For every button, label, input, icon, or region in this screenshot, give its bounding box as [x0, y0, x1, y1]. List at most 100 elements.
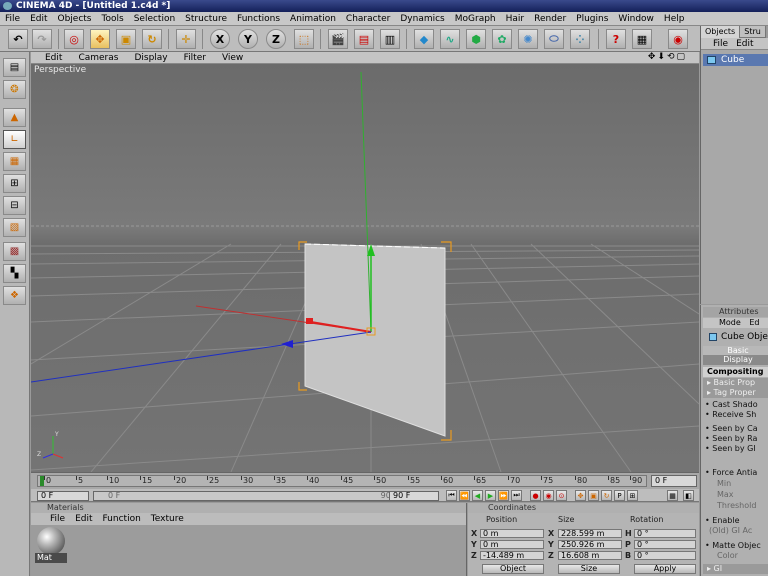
use-model-icon[interactable]: ▤	[3, 58, 26, 77]
playhead[interactable]	[40, 476, 44, 486]
live-selection-icon[interactable]: ◎	[64, 29, 84, 49]
viewport-menu-display[interactable]: Display	[126, 53, 175, 63]
use-object-axis-icon[interactable]: ∟	[3, 130, 26, 149]
rotate-tool-icon[interactable]: ↻	[142, 29, 162, 49]
material-preview-icon[interactable]	[37, 527, 65, 555]
prop-enable[interactable]: • Enable	[705, 516, 740, 525]
key-position-icon[interactable]: ✥	[575, 490, 586, 501]
prop-seen-by-rays[interactable]: • Seen by Ra	[705, 434, 757, 443]
position-z-field[interactable]: -14.489 m	[480, 551, 544, 560]
materials-menu-function[interactable]: Function	[98, 514, 146, 524]
render-settings-icon[interactable]: ▥	[380, 29, 400, 49]
viewport-menu-cameras[interactable]: Cameras	[70, 53, 126, 63]
viewport-navigation-icons[interactable]: ✥⬇⟲▢	[640, 52, 695, 62]
layout-switch-icon[interactable]: ◉	[668, 29, 688, 49]
scale-tool-icon[interactable]: ▣	[116, 29, 136, 49]
play-forward-icon[interactable]: ▶	[485, 490, 496, 501]
record-icon[interactable]: ●	[530, 490, 541, 501]
attributes-menu-edit[interactable]: Ed	[749, 318, 759, 327]
use-uv-icon[interactable]: ⊟	[3, 196, 26, 215]
use-texture-icon[interactable]: ▧	[3, 218, 26, 237]
keyframe-selection-icon[interactable]: ⊙	[556, 490, 567, 501]
cube-object[interactable]	[304, 243, 446, 437]
particle-icon[interactable]: ⁘	[570, 29, 590, 49]
viewport-perspective[interactable]: Perspective Z Y	[31, 64, 699, 472]
materials-menu-edit[interactable]: Edit	[70, 514, 97, 524]
objects-menu-edit[interactable]: Edit	[732, 39, 757, 49]
rotation-b-field[interactable]: 0 °	[634, 551, 696, 560]
prop-cast-shadows[interactable]: • Cast Shado	[705, 400, 758, 409]
menu-mograph[interactable]: MoGraph	[450, 12, 501, 26]
objects-menu-file[interactable]: File	[709, 39, 732, 49]
coordinate-system-icon[interactable]: ⬚	[294, 29, 314, 49]
timeline-options-icon[interactable]: ◧	[683, 490, 694, 501]
attributes-menu-mode[interactable]: Mode	[703, 318, 747, 327]
position-x-field[interactable]: 0 m	[480, 529, 544, 538]
timeline[interactable]: 0 5 10 15 20 25 30 35 40 45 50 55 60 65 …	[31, 472, 699, 489]
menu-selection[interactable]: Selection	[129, 12, 180, 26]
menu-help[interactable]: Help	[659, 12, 690, 26]
size-x-field[interactable]: 228.599 m	[558, 529, 622, 538]
previous-key-icon[interactable]: ⏪	[459, 490, 470, 501]
x-axis-handle[interactable]	[306, 318, 313, 324]
menu-structure[interactable]: Structure	[180, 12, 232, 26]
menu-functions[interactable]: Functions	[232, 12, 285, 26]
z-axis-handle[interactable]	[281, 340, 293, 348]
autokey-icon[interactable]: ◉	[543, 490, 554, 501]
go-to-start-icon[interactable]: ⏮	[446, 490, 457, 501]
use-object-icon[interactable]: ❂	[3, 80, 26, 99]
apply-button[interactable]: Apply	[634, 564, 696, 574]
size-y-field[interactable]: 250.926 m	[558, 540, 622, 549]
x-axis-lock-button[interactable]: X	[210, 29, 230, 49]
menu-edit[interactable]: Edit	[25, 12, 52, 26]
menu-animation[interactable]: Animation	[285, 12, 341, 26]
prop-matte-object[interactable]: • Matte Objec	[705, 541, 761, 550]
prop-receive-shadows[interactable]: • Receive Sh	[705, 410, 756, 419]
materials-menu-file[interactable]: File	[45, 514, 70, 524]
array-icon[interactable]: ✿	[492, 29, 512, 49]
size-z-field[interactable]: 16.608 m	[558, 551, 622, 560]
start-frame-field[interactable]: 0 F	[37, 491, 89, 501]
menu-objects[interactable]: Objects	[53, 12, 97, 26]
menu-render[interactable]: Render	[529, 12, 571, 26]
preview-range-slider[interactable]: 0 F 90 F	[93, 491, 403, 501]
render-view-icon[interactable]: 🎬	[328, 29, 348, 49]
timeline-ruler[interactable]: 0 5 10 15 20 25 30 35 40 45 50 55 60 65 …	[37, 475, 647, 487]
key-scale-icon[interactable]: ▣	[588, 490, 599, 501]
end-frame-field[interactable]: 90 F	[389, 491, 439, 501]
size-mode-select[interactable]: Size	[558, 564, 620, 574]
position-y-field[interactable]: 0 m	[480, 540, 544, 549]
cube-primitive-icon[interactable]: ◆	[414, 29, 434, 49]
rotation-h-field[interactable]: 0 °	[634, 529, 696, 538]
use-edges-icon[interactable]: ⊞	[3, 174, 26, 193]
menu-character[interactable]: Character	[341, 12, 395, 26]
coordinate-mode-select[interactable]: Object	[482, 564, 544, 574]
prop-seen-by-camera[interactable]: • Seen by Ca	[705, 424, 758, 433]
use-polygons-icon[interactable]: ▦	[3, 152, 26, 171]
help-icon[interactable]: ?	[606, 29, 626, 49]
nurbs-icon[interactable]: ⬢	[466, 29, 486, 49]
redo-icon[interactable]: ↷	[32, 29, 52, 49]
scene-object-icon[interactable]: ⬭	[544, 29, 564, 49]
sub-basic-properties[interactable]: ▸ Basic Prop	[703, 378, 768, 388]
viewport-menu-edit[interactable]: Edit	[31, 53, 70, 63]
tab-objects[interactable]: Objects	[701, 26, 741, 38]
menu-plugins[interactable]: Plugins	[571, 12, 613, 26]
menu-dynamics[interactable]: Dynamics	[395, 12, 449, 26]
last-tool-icon[interactable]: ✛	[176, 29, 196, 49]
prop-force-antialiasing[interactable]: • Force Antia	[705, 468, 757, 477]
move-tool-icon[interactable]: ✥	[90, 29, 110, 49]
z-axis-lock-button[interactable]: Z	[266, 29, 286, 49]
menu-tools[interactable]: Tools	[97, 12, 129, 26]
viewport-menu-filter[interactable]: Filter	[176, 53, 214, 63]
current-frame-field[interactable]: 0 F	[651, 475, 697, 487]
tab-structure[interactable]: Stru	[740, 26, 766, 38]
go-to-end-icon[interactable]: ⏭	[511, 490, 522, 501]
sub-tag-properties[interactable]: ▸ Tag Proper	[703, 388, 768, 398]
enable-snapping-icon[interactable]: ▩	[3, 242, 26, 261]
sculpt-icon[interactable]: ❖	[3, 286, 26, 305]
layout-icon[interactable]: ▦	[632, 29, 652, 49]
viewport-menu-view[interactable]: View	[214, 53, 251, 63]
rotation-p-field[interactable]: 0 °	[634, 540, 696, 549]
menu-file[interactable]: File	[0, 12, 25, 26]
